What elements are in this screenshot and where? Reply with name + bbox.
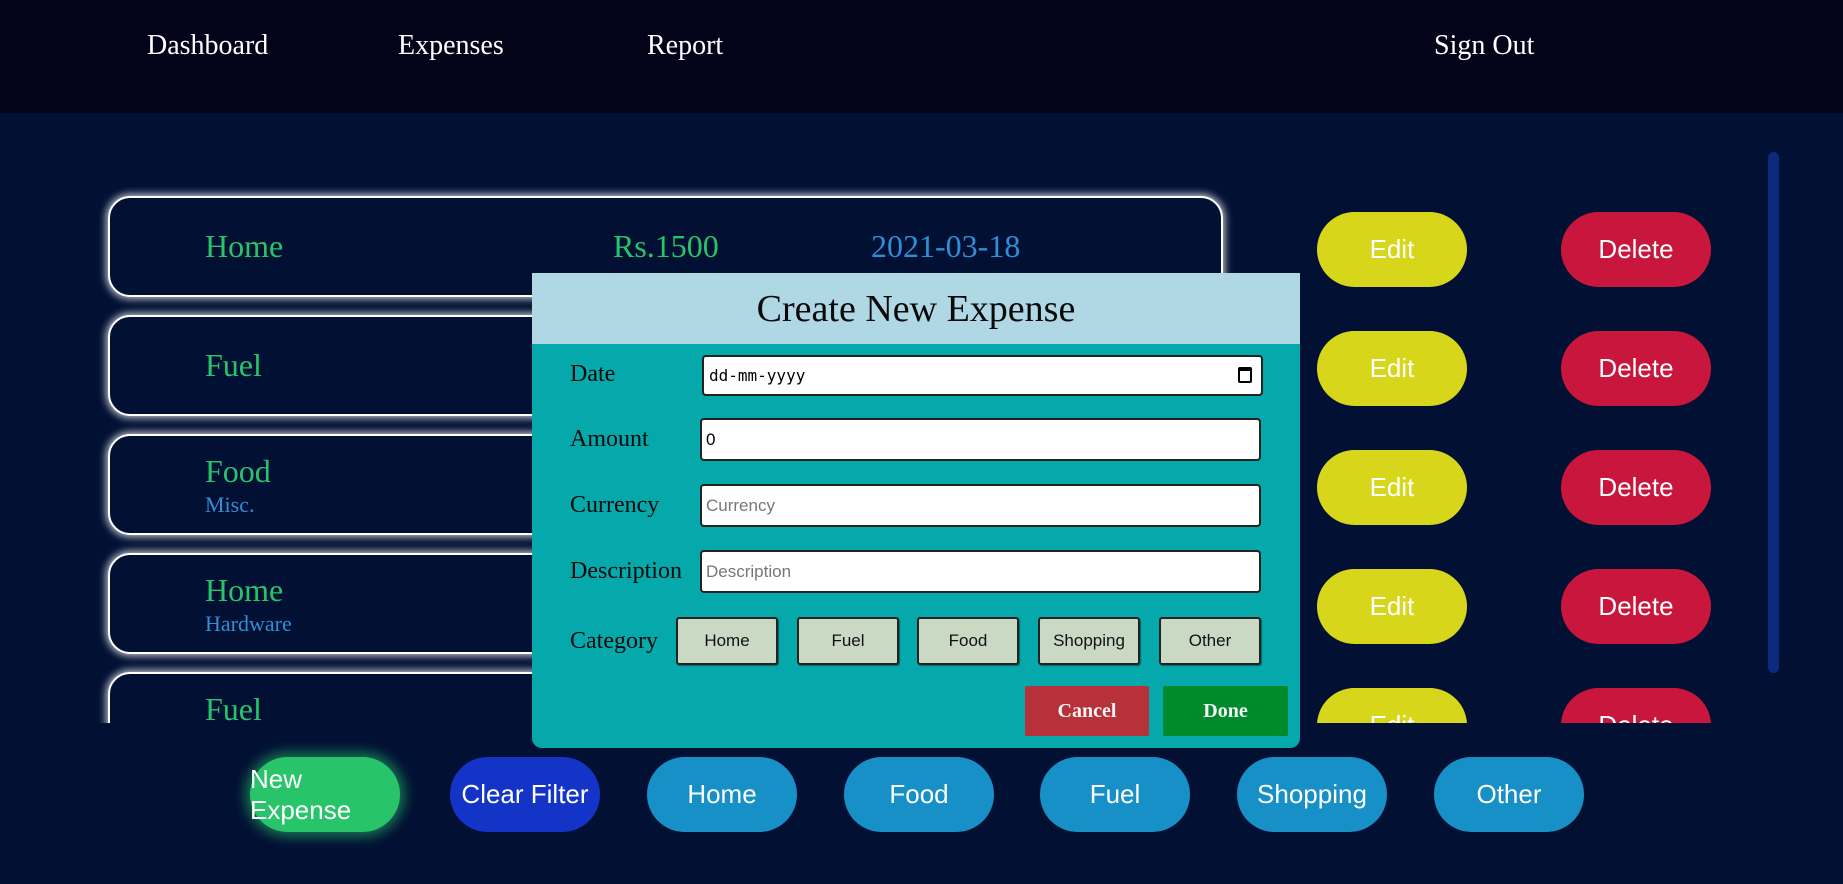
category-label: Category xyxy=(570,628,658,654)
filter-home-button[interactable]: Home xyxy=(647,757,797,832)
nav-expenses-link[interactable]: Expenses xyxy=(398,30,504,62)
delete-button[interactable]: Delete xyxy=(1561,450,1711,525)
create-expense-modal: Create New Expense Date dd-mm-yyyy Amoun… xyxy=(532,273,1300,748)
expense-subcategory: Hardware xyxy=(205,611,292,636)
edit-button[interactable]: Edit xyxy=(1317,569,1467,644)
description-input[interactable] xyxy=(700,550,1261,593)
filter-food-button[interactable]: Food xyxy=(844,757,994,832)
edit-button[interactable]: Edit xyxy=(1317,212,1467,287)
currency-input[interactable] xyxy=(700,484,1261,527)
category-home-button[interactable]: Home xyxy=(676,617,778,665)
filter-other-button[interactable]: Other xyxy=(1434,757,1584,832)
expense-category: Fuel xyxy=(205,347,262,383)
edit-button[interactable]: Edit xyxy=(1317,450,1467,525)
nav-signout-link[interactable]: Sign Out xyxy=(1434,30,1534,62)
calendar-icon[interactable] xyxy=(1238,367,1252,383)
expense-subcategory: Misc. xyxy=(205,492,255,517)
expense-category: Fuel xyxy=(205,691,262,723)
nav-dashboard-link[interactable]: Dashboard xyxy=(147,30,268,62)
clear-filter-button[interactable]: Clear Filter xyxy=(450,757,600,832)
filter-fuel-button[interactable]: Fuel xyxy=(1040,757,1190,832)
delete-button[interactable]: Delete xyxy=(1561,331,1711,406)
delete-button[interactable]: Delete xyxy=(1561,212,1711,287)
delete-button[interactable]: Delete xyxy=(1561,688,1711,723)
done-button[interactable]: Done xyxy=(1163,686,1288,736)
category-food-button[interactable]: Food xyxy=(917,617,1019,665)
nav-report-link[interactable]: Report xyxy=(647,30,723,62)
category-other-button[interactable]: Other xyxy=(1159,617,1261,665)
cancel-button[interactable]: Cancel xyxy=(1025,686,1149,736)
category-fuel-button[interactable]: Fuel xyxy=(797,617,899,665)
currency-label: Currency xyxy=(570,492,660,518)
amount-input[interactable] xyxy=(700,418,1261,461)
filter-shopping-button[interactable]: Shopping xyxy=(1237,757,1387,832)
category-shopping-button[interactable]: Shopping xyxy=(1038,617,1140,665)
date-label: Date xyxy=(570,361,616,387)
expense-category: Food xyxy=(205,453,271,489)
edit-button[interactable]: Edit xyxy=(1317,688,1467,723)
list-scrollbar[interactable] xyxy=(1768,152,1779,673)
expense-category: Home xyxy=(205,228,284,264)
description-label: Description xyxy=(570,558,682,584)
delete-button[interactable]: Delete xyxy=(1561,569,1711,644)
new-expense-button[interactable]: New Expense xyxy=(250,757,400,832)
expense-amount: Rs.1500 xyxy=(613,228,719,264)
date-value: dd-mm-yyyy xyxy=(709,366,806,385)
date-input[interactable]: dd-mm-yyyy xyxy=(702,355,1263,396)
navbar: Dashboard Expenses Report Sign Out xyxy=(0,0,1843,113)
amount-label: Amount xyxy=(570,426,649,452)
expense-date: 2021-03-18 xyxy=(871,228,1021,264)
modal-title: Create New Expense xyxy=(532,273,1300,344)
expense-category: Home xyxy=(205,572,284,608)
edit-button[interactable]: Edit xyxy=(1317,331,1467,406)
